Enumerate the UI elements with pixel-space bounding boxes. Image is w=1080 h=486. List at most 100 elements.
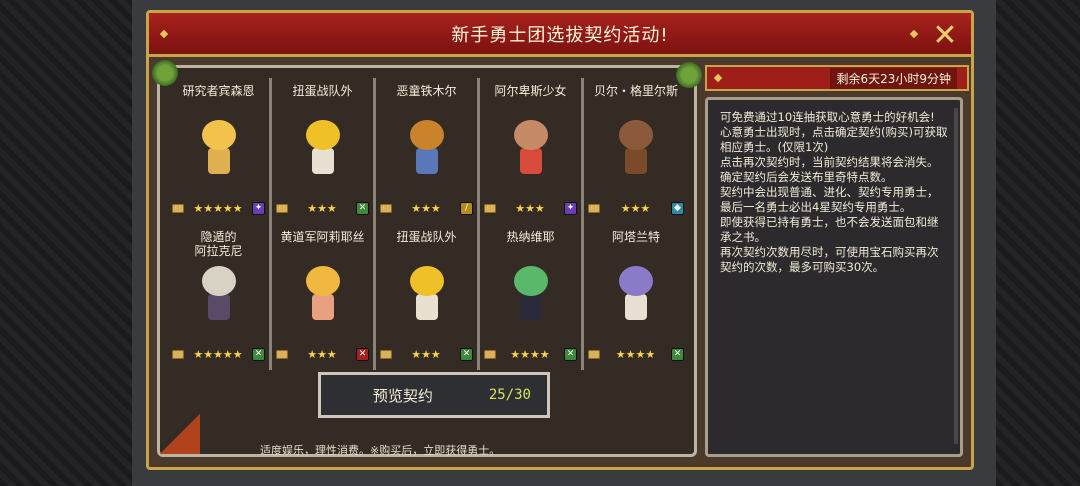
hero-card[interactable]: 贝尔・格里尔斯 ★★★ ◆: [584, 78, 688, 224]
description-line: 可免费通过10连抽获取心意勇士的好机会!: [720, 110, 935, 124]
description-panel[interactable]: 可免费通过10连抽获取心意勇士的好机会! 心意勇士出现时，点击确定契约(购买)可获…: [705, 97, 963, 457]
preview-contract-button[interactable]: 预览契约 25/30: [318, 372, 550, 418]
hero-portrait: [504, 116, 558, 176]
sword-icon: /: [460, 201, 473, 215]
hero-info-row: ★★★ ◆: [588, 200, 684, 216]
description-scrollbar[interactable]: [954, 108, 958, 444]
hero-name: 阿尔卑斯少女: [494, 84, 567, 98]
hero-stars: ★★★★: [615, 347, 656, 361]
description-line: 再次契约次数用尽时，可使用宝石购买再次契约的次数，最多可购买30次。: [720, 245, 939, 274]
hero-card[interactable]: 研究者宾森恩 ★★★★★ ✦: [168, 78, 272, 224]
description-line: 点击再次契约时，当前契约结果将会消失。: [720, 155, 939, 169]
hero-body: [625, 148, 647, 174]
hero-info-row: ★★★★★ ✕: [172, 346, 265, 362]
contract-scroll-icon: [172, 349, 184, 359]
preview-label: 预览契约: [372, 386, 433, 405]
hero-name: 贝尔・格里尔斯: [593, 84, 678, 98]
hero-stars: ★★★: [515, 201, 545, 215]
hero-portrait: [192, 262, 246, 322]
contract-scroll-icon: [380, 349, 392, 359]
contract-scroll-icon: [484, 203, 496, 213]
hero-stars: ★★★: [411, 347, 441, 361]
dialog-title: 新手勇士团选拔契约活动!: [451, 24, 669, 46]
hero-body: [415, 148, 438, 174]
close-button[interactable]: ✕: [927, 17, 963, 53]
hero-card[interactable]: 黄道军阿莉耶丝 ★★★ ✕: [272, 224, 376, 370]
diamond-ornament-icon: [909, 29, 919, 39]
hero-portrait: [609, 262, 663, 322]
contract-scroll-icon: [276, 203, 288, 213]
description-line: 心意勇士出现时，点击确定契约(购买)可获取相应勇士。(仅限1次): [720, 125, 948, 154]
remaining-time: 剩余6天23小时9分钟: [830, 67, 957, 89]
description-line: 契约中会出现普通、进化、契约专用勇士，最后一名勇士必出4星契约专用勇士。: [720, 185, 939, 214]
crossed-swords-icon: ✕: [563, 347, 577, 361]
hero-card[interactable]: 阿尔卑斯少女 ★★★ ✦: [480, 78, 584, 224]
hero-info-row: ★★★★ ✕: [484, 346, 577, 362]
right-margin: [996, 0, 1080, 486]
hero-info-row: ★★★ ✕: [276, 346, 369, 362]
description-text: 可免费通过10连抽获取心意勇士的好机会! 心意勇士出现时，点击确定契约(购买)可获…: [720, 110, 948, 275]
hero-stars: ★★★★★: [193, 201, 243, 215]
contract-event-dialog: 新手勇士团选拔契约活动! ✕ 研究者宾森恩 ★★★★★ ✦ 扭蛋战队外 ★★★ ✕ 恶童铁木…: [146, 10, 974, 470]
hero-info-row: ★★★ ✦: [484, 200, 577, 216]
hero-card[interactable]: 扭蛋战队外 ★★★ ✕: [272, 78, 376, 224]
contract-scroll-icon: [380, 203, 392, 213]
hero-info-row: ★★★ /: [380, 200, 473, 216]
hero-head: [513, 266, 548, 296]
hero-portrait: [504, 262, 558, 322]
hero-portrait: [192, 116, 246, 176]
hero-portrait: [400, 262, 454, 322]
close-icon: ✕: [932, 17, 958, 53]
hero-name: 热纳维耶: [506, 230, 555, 244]
hero-card[interactable]: 热纳维耶 ★★★★ ✕: [480, 224, 584, 370]
hero-body: [311, 294, 334, 320]
hero-info-row: ★★★★ ✕: [588, 346, 684, 362]
hero-head: [513, 120, 548, 150]
hero-info-row: ★★★ ✕: [380, 346, 473, 362]
hero-info-row: ★★★ ✕: [276, 200, 369, 216]
hero-stars: ★★★: [411, 201, 441, 215]
hero-head: [201, 266, 236, 296]
hero-name: 阿塔兰特: [611, 230, 660, 244]
hero-head: [619, 120, 653, 150]
hero-stars: ★★★: [620, 201, 651, 215]
hero-name: 研究者宾森恩: [182, 84, 255, 98]
contract-scroll-icon: [588, 203, 600, 213]
hero-card[interactable]: 阿塔兰特 ★★★★ ✕: [584, 224, 688, 370]
hero-body: [519, 148, 542, 174]
contract-scroll-icon: [172, 203, 184, 213]
remaining-time-bar: 剩余6天23小时9分钟: [705, 65, 969, 91]
hero-head: [305, 120, 340, 150]
diamond-ornament-icon: [713, 73, 723, 83]
contract-scroll-icon: [276, 349, 288, 359]
hero-portrait: [296, 116, 350, 176]
hero-grid: 研究者宾森恩 ★★★★★ ✦ 扭蛋战队外 ★★★ ✕ 恶童铁木尔 ★★★ / 阿尔卑斯少女 ★★★ ✦…: [168, 78, 688, 370]
crystal-icon: ◆: [671, 201, 684, 215]
hero-stars: ★★★: [307, 201, 337, 215]
hero-name: 扭蛋战队外: [292, 84, 353, 98]
hero-portrait: [296, 262, 350, 322]
hero-body: [625, 294, 647, 320]
hero-head: [201, 120, 236, 150]
hero-body: [207, 148, 230, 174]
diamond-ornament-icon: [159, 29, 169, 39]
hero-head: [619, 266, 653, 296]
hero-stars: ★★★★★: [193, 347, 243, 361]
left-margin: [0, 0, 132, 486]
description-line: 确定契约后会发送布里奇特点数。: [720, 170, 893, 184]
hero-card[interactable]: 扭蛋战队外 ★★★ ✕: [376, 224, 480, 370]
description-line: 即使获得已持有勇士，也不会发送面包和继承之书。: [720, 215, 939, 244]
hero-head: [409, 266, 444, 296]
hero-portrait: [609, 116, 663, 176]
hero-head: [409, 120, 444, 150]
hero-stars: ★★★★: [510, 347, 550, 361]
hero-body: [207, 294, 230, 320]
contract-count: 25/30: [488, 387, 531, 403]
hero-card[interactable]: 隐遁的 阿拉克尼 ★★★★★ ✕: [168, 224, 272, 370]
hero-name: 恶童铁木尔: [396, 84, 457, 98]
hero-card[interactable]: 恶童铁木尔 ★★★ /: [376, 78, 480, 224]
crossed-swords-icon: ✕: [356, 201, 369, 215]
no-sword-icon: ✕: [356, 347, 369, 361]
hero-portrait: [400, 116, 454, 176]
crossed-swords-icon: ✕: [252, 347, 265, 361]
